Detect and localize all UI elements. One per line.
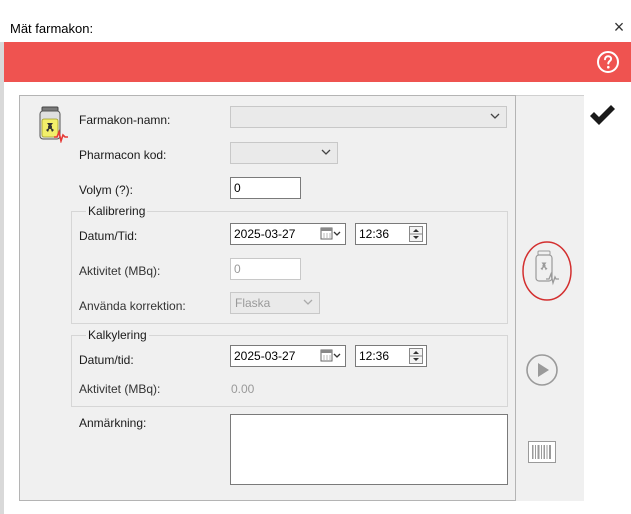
question-circle-icon[interactable] (596, 50, 620, 74)
chevron-down-icon (321, 149, 331, 155)
title-bar (0, 0, 631, 42)
remark-label: Anmärkning: (79, 416, 147, 430)
calculation-date-value: 2025-03-27 (234, 349, 296, 363)
calibration-activity-label: Aktivitet (MBq): (79, 264, 161, 278)
time-spinner-icon[interactable] (409, 226, 423, 242)
calibration-date-picker[interactable]: 2025-03-27 (230, 223, 346, 245)
header-bar (4, 42, 631, 82)
farmakon-name-dropdown[interactable] (230, 106, 507, 128)
farmakon-name-label: Farmakon-namn: (79, 113, 171, 127)
play-icon[interactable] (525, 353, 559, 387)
calibration-group-title: Kalibrering (86, 204, 148, 218)
calculation-time-value: 12:36 (359, 349, 390, 363)
pharmacon-code-label: Pharmacon kod: (79, 148, 167, 162)
correction-value: Flaska (235, 296, 271, 310)
calibration-time-input[interactable]: 12:36 (355, 223, 427, 245)
calculation-activity-value: 0.00 (231, 382, 255, 396)
pharmacon-code-dropdown[interactable] (230, 142, 338, 164)
calibration-datetime-label: Datum/Tid: (79, 229, 138, 243)
volume-input[interactable]: 0 (230, 177, 301, 199)
correction-dropdown[interactable]: Flaska (230, 292, 320, 314)
calculation-date-picker[interactable]: 2025-03-27 (230, 345, 346, 367)
radioactive-vial-icon (36, 105, 70, 144)
volume-label: Volym (?): (79, 183, 134, 197)
calculation-activity-label: Aktivitet (MBq): (79, 382, 161, 396)
calibration-activity-input[interactable]: 0 (230, 258, 301, 280)
correction-label: Använda korrektion: (79, 299, 186, 313)
barcode-icon[interactable] (528, 441, 556, 463)
checkmark-icon[interactable] (588, 103, 616, 127)
calendar-icon[interactable] (320, 349, 342, 363)
chevron-down-icon (303, 299, 313, 305)
calibration-time-value: 12:36 (359, 227, 390, 241)
chevron-down-icon (490, 113, 500, 119)
annotation-ellipse (520, 239, 574, 303)
window-title: Mät farmakon: (10, 21, 94, 36)
calendar-icon[interactable] (320, 227, 342, 241)
calibration-date-value: 2025-03-27 (234, 227, 296, 241)
close-button[interactable]: × (610, 17, 628, 37)
calculation-datetime-label: Datum/tid: (79, 353, 134, 367)
remark-textarea[interactable] (230, 414, 508, 485)
time-spinner-icon[interactable] (409, 348, 423, 364)
calculation-group-title: Kalkylering (86, 328, 149, 342)
calculation-time-input[interactable]: 12:36 (355, 345, 427, 367)
